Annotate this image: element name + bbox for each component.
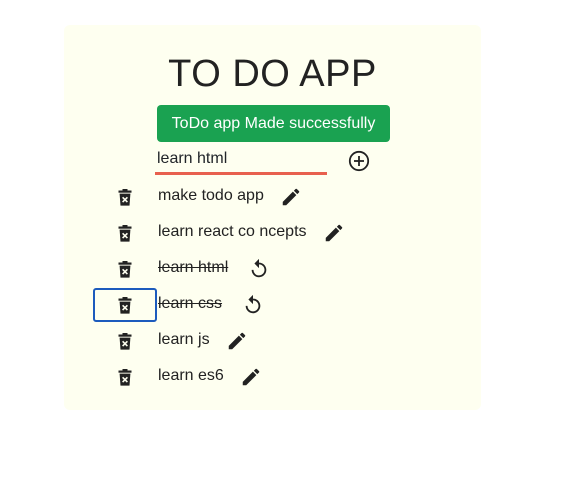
- task-input-wrapper: [155, 146, 327, 175]
- plus-circle-icon: [348, 150, 370, 172]
- undo-icon: [248, 258, 270, 280]
- delete-todo-button[interactable]: [93, 216, 157, 250]
- todo-text: learn html: [158, 259, 229, 276]
- todo-item: learn react co ncepts: [64, 214, 481, 250]
- edit-icon: [280, 186, 302, 208]
- todo-item: learn html: [64, 250, 481, 286]
- todo-card: TO DO APP ToDo app Made successfully mak…: [64, 25, 481, 410]
- add-todo-button[interactable]: [348, 150, 370, 172]
- todo-text: make todo app: [158, 187, 264, 204]
- edit-icon: [323, 222, 345, 244]
- trash-icon: [118, 332, 132, 350]
- delete-todo-button[interactable]: [93, 180, 157, 214]
- todo-text: learn react co ncepts: [158, 223, 307, 240]
- todo-text: learn css: [158, 295, 223, 312]
- trash-icon: [118, 260, 132, 278]
- todo-item: make todo app: [64, 178, 481, 214]
- undo-icon: [242, 294, 264, 316]
- delete-todo-button[interactable]: [93, 288, 157, 322]
- todo-action-button[interactable]: [242, 294, 264, 316]
- trash-icon: [118, 188, 132, 206]
- delete-todo-button[interactable]: [93, 324, 157, 358]
- todo-action-button[interactable]: [323, 222, 345, 244]
- edit-icon: [240, 366, 262, 388]
- todo-item: learn css: [64, 286, 481, 322]
- todo-text: learn js: [158, 331, 210, 348]
- delete-todo-button[interactable]: [93, 252, 157, 286]
- todo-action-button[interactable]: [280, 186, 302, 208]
- todo-action-button[interactable]: [248, 258, 270, 280]
- edit-icon: [226, 330, 248, 352]
- trash-icon: [118, 296, 132, 314]
- todo-item: learn js: [64, 322, 481, 358]
- success-toast: ToDo app Made successfully: [157, 105, 390, 142]
- todo-text: learn es6: [158, 367, 224, 384]
- trash-icon: [118, 368, 132, 386]
- delete-todo-button[interactable]: [93, 360, 157, 394]
- trash-icon: [118, 224, 132, 242]
- todo-list: make todo app learn react co ncepts lear…: [64, 178, 481, 394]
- todo-action-button[interactable]: [240, 366, 262, 388]
- todo-action-button[interactable]: [226, 330, 248, 352]
- todo-item: learn es6: [64, 358, 481, 394]
- task-input[interactable]: [155, 146, 327, 175]
- app-title: TO DO APP: [168, 53, 377, 95]
